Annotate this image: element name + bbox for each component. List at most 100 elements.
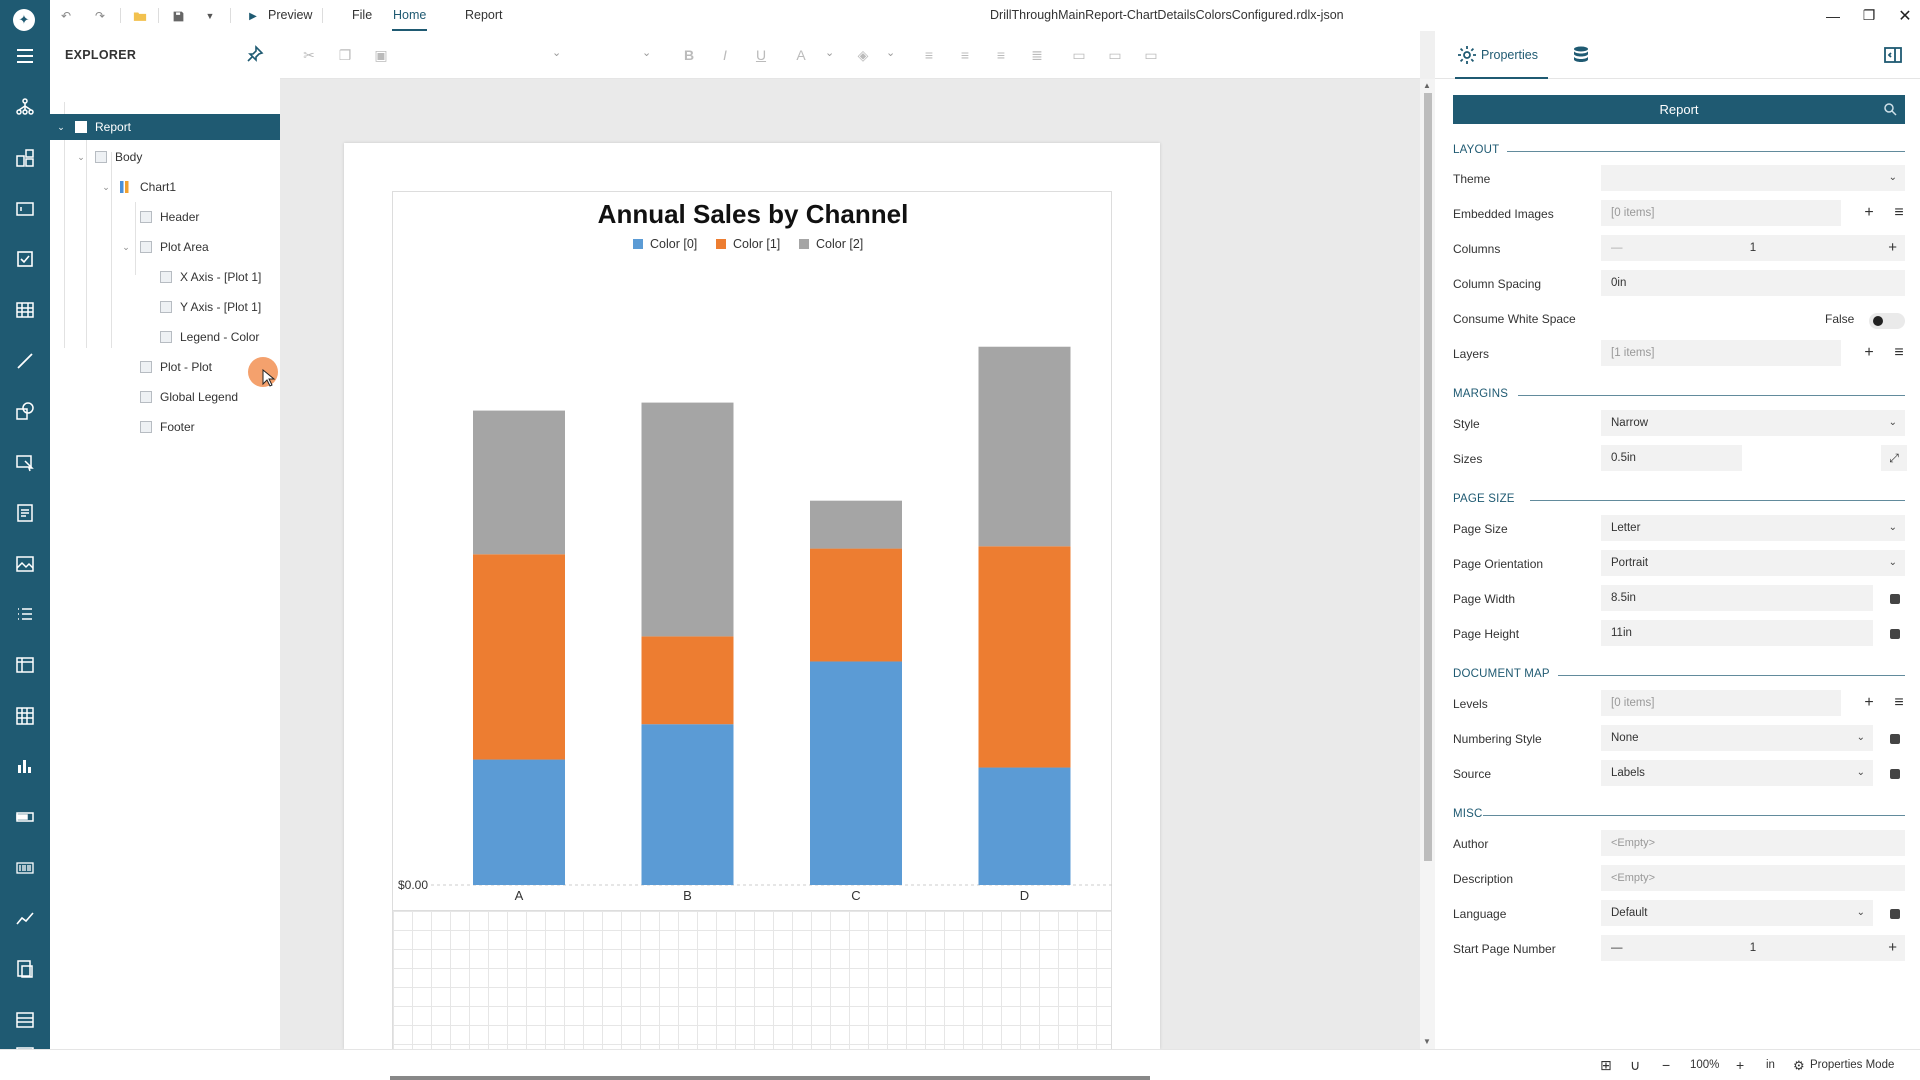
scroll-up-icon[interactable]: ▲ <box>1423 81 1431 90</box>
save-options-chevron-icon[interactable]: ▼ <box>202 8 218 24</box>
layers-field[interactable]: [1 items] <box>1601 340 1841 366</box>
justify-icon[interactable]: ≣ <box>1028 46 1046 64</box>
barcode-tool-icon[interactable] <box>11 854 39 882</box>
preview-play-icon[interactable]: ▶ <box>245 8 261 24</box>
hamburger-menu-icon[interactable] <box>11 42 39 70</box>
add-embedded-image-button[interactable]: + <box>1858 200 1880 226</box>
menu-home[interactable]: Home <box>392 0 428 31</box>
page-width-expression-icon[interactable] <box>1890 594 1900 604</box>
vertical-align-middle-icon[interactable]: ▭ <box>1106 46 1124 64</box>
expand-chevron-icon[interactable]: ⌄ <box>100 174 112 200</box>
undo-icon[interactable]: ↶ <box>58 8 74 24</box>
expand-sizes-icon[interactable]: ⤢ <box>1881 445 1907 471</box>
save-icon[interactable] <box>170 8 186 24</box>
body-grid-area[interactable] <box>392 911 1112 1049</box>
text-color-icon[interactable]: A <box>792 46 810 64</box>
chart-tool-icon[interactable] <box>11 752 39 780</box>
margin-sizes-field[interactable]: 0.5in <box>1601 445 1742 471</box>
search-icon[interactable] <box>1883 102 1897 116</box>
shape-tool-icon[interactable] <box>11 397 39 425</box>
decrement-icon[interactable]: — <box>1611 935 1623 961</box>
tree-item[interactable]: Global Legend <box>50 384 280 410</box>
page-height-expression-icon[interactable] <box>1890 629 1900 639</box>
open-folder-icon[interactable] <box>132 8 148 24</box>
vertical-align-bottom-icon[interactable]: ▭ <box>1142 46 1160 64</box>
properties-mode-button[interactable]: Properties Mode <box>1810 1050 1894 1080</box>
bold-icon[interactable]: B <box>680 46 698 64</box>
tree-item[interactable]: ⌄ Body <box>50 144 280 170</box>
font-family-dropdown-chevron-icon[interactable]: ⌄ <box>552 46 561 59</box>
bullet-tool-icon[interactable] <box>11 803 39 831</box>
author-field[interactable]: <Empty> <box>1601 830 1905 856</box>
close-icon[interactable]: ✕ <box>1890 0 1920 31</box>
tree-item[interactable]: Legend - Color <box>50 324 280 350</box>
description-field[interactable]: <Empty> <box>1601 865 1905 891</box>
input-field-tool-icon[interactable] <box>11 448 39 476</box>
page-orientation-select[interactable]: Portrait ⌄ <box>1601 550 1905 576</box>
numbering-style-select[interactable]: None ⌄ <box>1601 725 1873 751</box>
consume-white-space-toggle[interactable] <box>1869 313 1905 329</box>
source-select[interactable]: Labels ⌄ <box>1601 760 1873 786</box>
page-height-field[interactable]: 11in <box>1601 620 1873 646</box>
increment-icon[interactable]: + <box>1888 235 1897 261</box>
theme-select[interactable]: ⌄ <box>1601 165 1905 191</box>
scroll-down-icon[interactable]: ▼ <box>1423 1037 1431 1046</box>
margin-style-select[interactable]: Narrow ⌄ <box>1601 410 1905 436</box>
decrement-icon[interactable]: — <box>1611 235 1623 261</box>
banded-list-tool-icon[interactable] <box>11 1006 39 1034</box>
menu-file[interactable]: File <box>352 0 372 31</box>
underline-icon[interactable]: U <box>752 46 770 64</box>
embedded-images-field[interactable]: [0 items] <box>1601 200 1841 226</box>
fill-color-chevron-icon[interactable]: ⌄ <box>886 46 895 59</box>
tree-item[interactable]: ⌄ Plot Area <box>50 234 280 260</box>
language-expression-icon[interactable] <box>1890 909 1900 919</box>
page-size-select[interactable]: Letter ⌄ <box>1601 515 1905 541</box>
checkbox-tool-icon[interactable] <box>11 245 39 273</box>
levels-field[interactable]: [0 items] <box>1601 690 1841 716</box>
columns-stepper[interactable]: — 1 + <box>1601 235 1905 261</box>
layers-list-button[interactable]: ≡ <box>1888 340 1910 366</box>
expand-chevron-icon[interactable]: ⌄ <box>55 114 67 140</box>
menu-report[interactable]: Report <box>465 0 503 31</box>
align-center-icon[interactable]: ≡ <box>956 46 974 64</box>
increment-icon[interactable]: + <box>1888 935 1897 961</box>
canvas-horizontal-scrollbar[interactable] <box>390 1076 1150 1080</box>
copy-icon[interactable]: ❐ <box>336 46 354 64</box>
matrix-tool-icon[interactable] <box>11 702 39 730</box>
preview-button[interactable]: Preview <box>268 0 312 31</box>
zoom-in-icon[interactable]: + <box>1736 1050 1744 1080</box>
tree-item[interactable]: Footer <box>50 414 280 440</box>
sparkline-tool-icon[interactable] <box>11 905 39 933</box>
start-page-number-stepper[interactable]: — 1 + <box>1601 935 1905 961</box>
fill-color-icon[interactable]: ◈ <box>854 46 872 64</box>
paste-icon[interactable]: ▣ <box>372 46 390 64</box>
tree-item[interactable]: Header <box>50 204 280 230</box>
zoom-out-icon[interactable]: − <box>1662 1050 1670 1080</box>
add-layer-button[interactable]: + <box>1858 340 1880 366</box>
tree-item[interactable]: Plot - Plot <box>50 354 280 380</box>
image-tool-icon[interactable] <box>11 550 39 578</box>
numbering-style-expression-icon[interactable] <box>1890 734 1900 744</box>
chart-control[interactable]: Annual Sales by Channel Color [0] Color [1… <box>392 191 1113 911</box>
restore-icon[interactable]: ❐ <box>1854 0 1884 31</box>
expand-chevron-icon[interactable]: ⌄ <box>75 144 87 170</box>
tree-item[interactable]: X Axis - [Plot 1] <box>50 264 280 290</box>
add-level-button[interactable]: + <box>1858 690 1880 716</box>
list-tool-icon[interactable] <box>11 600 39 628</box>
layout-components-icon[interactable] <box>11 144 39 172</box>
line-tool-icon[interactable] <box>11 347 39 375</box>
data-tree-icon[interactable] <box>11 93 39 121</box>
canvas-vertical-scrollbar[interactable]: ▲ ▼ <box>1420 79 1435 1049</box>
report-page[interactable]: Annual Sales by Channel Color [0] Color [1… <box>344 143 1160 1049</box>
tree-item[interactable]: ⌄ Chart1 <box>50 174 280 200</box>
textbox-tool-icon[interactable] <box>11 195 39 223</box>
snap-magnet-icon[interactable]: ∪ <box>1630 1050 1640 1080</box>
selected-object-button[interactable]: Report <box>1453 95 1905 124</box>
text-color-chevron-icon[interactable]: ⌄ <box>825 46 834 59</box>
align-right-icon[interactable]: ≡ <box>992 46 1010 64</box>
cut-icon[interactable]: ✂ <box>300 46 318 64</box>
tree-item[interactable]: Y Axis - [Plot 1] <box>50 294 280 320</box>
tab-properties[interactable]: Properties <box>1455 31 1548 79</box>
tree-item[interactable]: ⌄ Report <box>50 114 280 140</box>
zoom-level[interactable]: 100% <box>1690 1050 1719 1080</box>
